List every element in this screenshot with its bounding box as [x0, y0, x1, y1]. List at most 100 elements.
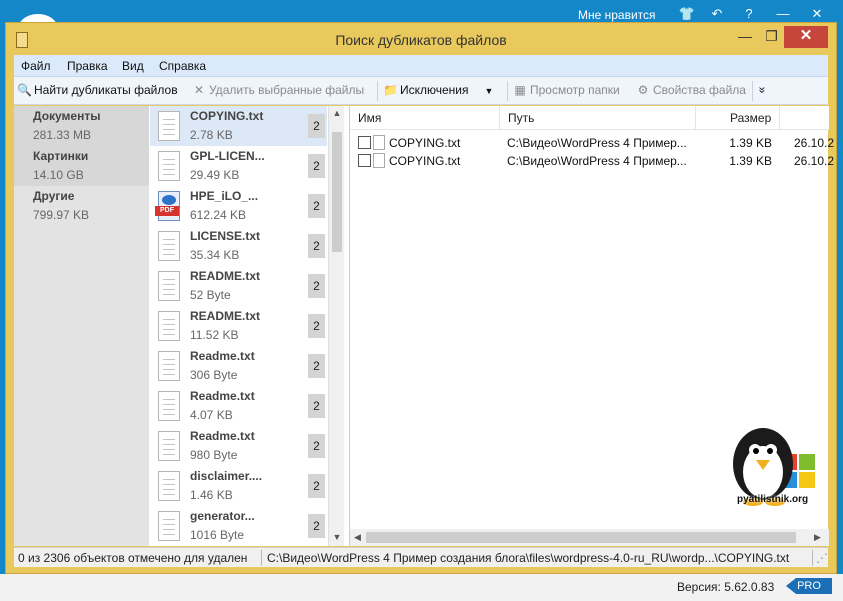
properties-icon: ⚙: [637, 83, 649, 97]
text-file-icon: [158, 231, 180, 261]
text-file-icon: [158, 511, 180, 541]
list-item[interactable]: README.txt 52 Byte 2: [150, 266, 327, 306]
category-name: Картинки: [33, 149, 89, 163]
column-header-path[interactable]: Путь: [500, 106, 696, 130]
main-area: Документы 281.33 MB Картинки 14.10 GB Др…: [14, 106, 834, 546]
category-images[interactable]: Картинки 14.10 GB: [14, 146, 149, 186]
file-name: generator...: [190, 509, 255, 523]
menu-file[interactable]: Файл: [21, 59, 51, 73]
scroll-thumb[interactable]: [332, 132, 342, 252]
text-file-icon: [158, 351, 180, 381]
menu-help[interactable]: Справка: [159, 59, 206, 73]
table-row[interactable]: COPYING.txt C:\Видео\WordPress 4 Пример.…: [350, 152, 834, 170]
scroll-up-icon[interactable]: ▲: [329, 108, 345, 118]
delete-selected-label: Удалить выбранные файлы: [209, 83, 365, 97]
scroll-left-icon[interactable]: ◀: [354, 532, 361, 543]
file-name: Readme.txt: [190, 349, 255, 363]
list-item[interactable]: PDF HPE_iLO_... 612.24 KB 2: [150, 186, 327, 226]
file-size: 1016 Byte: [190, 528, 245, 542]
exclusions-button[interactable]: 📁 Исключения ▼: [383, 83, 493, 97]
text-file-icon: [158, 151, 180, 181]
shirt-icon[interactable]: 👕: [678, 6, 696, 22]
duplicate-count: 2: [308, 354, 325, 378]
cell-name: COPYING.txt: [389, 154, 461, 168]
duplicate-count: 2: [308, 514, 325, 538]
menu-edit[interactable]: Правка: [67, 59, 108, 73]
find-duplicates-button[interactable]: 🔍 Найти дубликаты файлов: [17, 83, 178, 97]
status-path: C:\Видео\WordPress 4 Пример создания бло…: [267, 551, 790, 565]
list-item[interactable]: disclaimer.... 1.46 KB 2: [150, 466, 327, 506]
duplicate-count: 2: [308, 434, 325, 458]
table-horizontal-scrollbar[interactable]: ◀ ▶: [350, 529, 829, 546]
list-item[interactable]: Readme.txt 306 Byte 2: [150, 346, 327, 386]
text-file-icon: [158, 431, 180, 461]
scroll-thumb[interactable]: [366, 532, 796, 543]
status-bar: 0 из 2306 объектов отмечено для удален C…: [14, 547, 828, 567]
file-size: 1.46 KB: [190, 488, 233, 502]
delete-selected-button[interactable]: ✕ Удалить выбранные файлы: [192, 83, 364, 97]
row-checkbox[interactable]: [358, 154, 371, 167]
view-folder-label: Просмотр папки: [530, 83, 620, 97]
file-name: README.txt: [190, 309, 261, 323]
cell-path: C:\Видео\WordPress 4 Пример...: [507, 136, 687, 150]
logo-text: pyatilistnik.org: [737, 494, 809, 505]
file-size: 306 Byte: [190, 368, 238, 382]
maximize-button[interactable]: ❐: [759, 26, 784, 48]
menu-view[interactable]: Вид: [122, 59, 144, 73]
list-item[interactable]: GPL-LICEN... 29.49 KB 2: [150, 146, 327, 186]
toolbar-overflow-button[interactable]: »: [755, 87, 769, 94]
text-file-icon: [158, 311, 180, 341]
table-row[interactable]: COPYING.txt C:\Видео\WordPress 4 Пример.…: [350, 134, 834, 152]
file-properties-button[interactable]: ⚙ Свойства файла: [636, 83, 746, 97]
window-title: Поиск дубликатов файлов: [335, 32, 507, 48]
list-item[interactable]: README.txt 11.52 KB 2: [150, 306, 327, 346]
list-item[interactable]: generator... 1016 Byte 2: [150, 506, 327, 546]
file-size: 29.49 KB: [190, 168, 240, 182]
category-documents[interactable]: Документы 281.33 MB: [14, 106, 149, 146]
delete-icon: ✕: [193, 83, 205, 97]
text-file-icon: [373, 135, 385, 150]
duplicate-count: 2: [308, 154, 325, 178]
duplicate-count: 2: [308, 474, 325, 498]
minimize-button[interactable]: —: [731, 26, 759, 48]
file-size: 980 Byte: [190, 448, 238, 462]
list-item[interactable]: Readme.txt 980 Byte 2: [150, 426, 327, 466]
category-name: Документы: [33, 109, 101, 123]
file-name: README.txt: [190, 269, 261, 283]
column-header-name[interactable]: Имя: [350, 106, 500, 130]
text-file-icon: [373, 153, 385, 168]
pro-badge: PRO: [786, 578, 832, 594]
file-size: 11.52 KB: [190, 328, 239, 342]
file-name: COPYING.txt: [190, 109, 264, 123]
help-icon[interactable]: ?: [740, 6, 758, 21]
file-name: HPE_iLO_...: [190, 189, 259, 203]
minimize-icon[interactable]: —: [774, 6, 792, 21]
file-size: 2.78 KB: [190, 128, 233, 142]
toolbar: 🔍 Найти дубликаты файлов ✕ Удалить выбранн…: [14, 77, 828, 105]
close-button[interactable]: ✕: [784, 26, 828, 48]
list-item[interactable]: LICENSE.txt 35.34 KB 2: [150, 226, 327, 266]
scroll-down-icon[interactable]: ▼: [329, 532, 345, 542]
like-link[interactable]: Мне нравится: [578, 8, 656, 22]
close-icon[interactable]: ✕: [808, 6, 826, 22]
duplicate-count: 2: [308, 314, 325, 338]
list-item[interactable]: Readme.txt 4.07 KB 2: [150, 386, 327, 426]
undo-icon[interactable]: ↶: [708, 6, 726, 22]
resize-grip-icon[interactable]: ⋰: [816, 551, 828, 565]
folder-icon: 📁: [383, 83, 398, 97]
file-list-scrollbar[interactable]: ▲ ▼: [328, 106, 344, 546]
row-checkbox[interactable]: [358, 136, 371, 149]
column-header-size[interactable]: Размер: [696, 106, 780, 130]
cell-path: C:\Видео\WordPress 4 Пример...: [507, 154, 687, 168]
folder-view-icon: ▦: [514, 83, 526, 97]
list-item[interactable]: COPYING.txt 2.78 KB 2: [150, 106, 327, 146]
version-label: Версия: 5.62.0.83: [677, 580, 775, 594]
cell-size: 1.39 KB: [729, 154, 772, 168]
penguin-logo: pyatilistnik.org: [723, 422, 823, 518]
column-header-date[interactable]: [780, 106, 829, 130]
scroll-right-icon[interactable]: ▶: [814, 532, 821, 543]
toolbar-divider: [377, 81, 378, 101]
duplicate-count: 2: [308, 114, 325, 138]
category-other[interactable]: Другие 799.97 KB: [14, 186, 149, 226]
view-folder-button[interactable]: ▦ Просмотр папки: [513, 83, 620, 97]
